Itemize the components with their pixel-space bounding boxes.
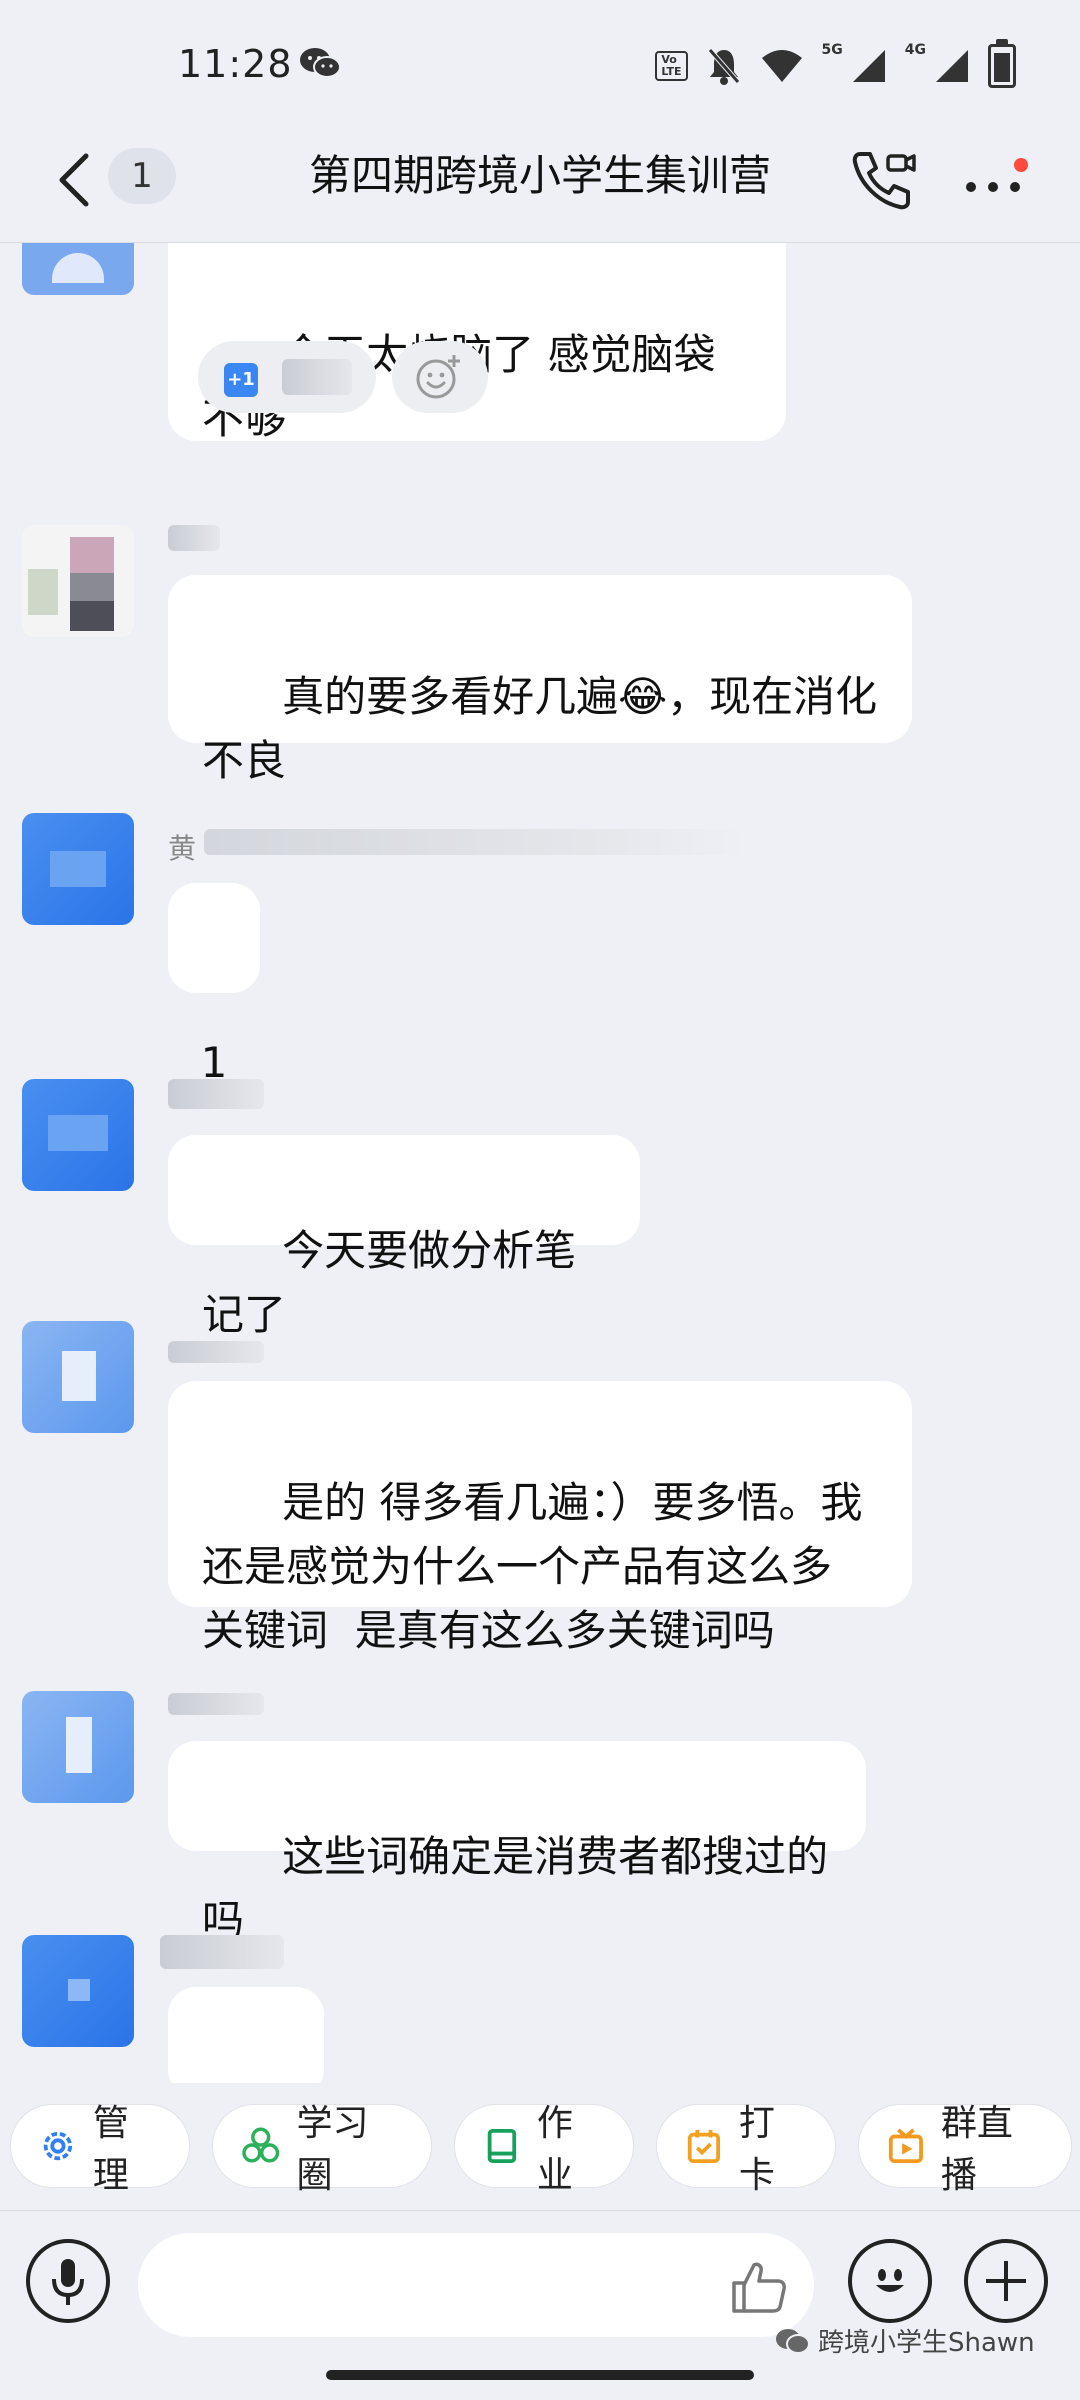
network-label-2: 4G (904, 42, 926, 58)
emoji-button[interactable] (848, 2239, 932, 2323)
avatar[interactable] (22, 1321, 134, 1433)
bell-mute-icon (707, 48, 740, 85)
notification-red-dot (1014, 158, 1028, 172)
more-dot-icon (966, 182, 976, 192)
message-list[interactable]: 今天太烧脑了 感觉脑袋不够 +1 真的要多看好几遍😂，现在消化 不良 黄 1 今… (0, 243, 1080, 2083)
signal-icon-2 (936, 50, 968, 82)
watermark: 跨境小学生Shawn (774, 2322, 1035, 2359)
add-reaction-button[interactable] (392, 341, 488, 413)
gear-icon (43, 2131, 73, 2161)
avatar[interactable] (22, 813, 134, 925)
message-text: 今天要做分析笔记了 (202, 1226, 577, 1339)
circles-icon (242, 2127, 280, 2163)
sender-name-blurred (204, 829, 748, 855)
volte-icon: Vo LTE (655, 51, 688, 81)
network-label-1: 5G (821, 42, 843, 58)
quick-action-label: 作业 (536, 2103, 573, 2196)
avatar[interactable] (22, 1691, 134, 1803)
message-bubble[interactable]: 是的 (168, 1987, 324, 2083)
avatar[interactable] (22, 525, 134, 637)
sender-name-blurred (168, 1079, 264, 1109)
wifi-icon (761, 50, 802, 82)
thumbs-up-icon[interactable] (728, 2257, 788, 2317)
message-bubble[interactable]: 1 (168, 883, 260, 1087)
sender-name: 黄 (168, 832, 197, 865)
quick-action-manage[interactable]: 管理 (10, 2103, 190, 2196)
chat-screen: 11:28 Vo LTE 5G 4G 1 第四期跨境小学生集训营 今天太烧脑了 … (0, 0, 1080, 2400)
reaction-chip[interactable]: +1 (198, 341, 376, 413)
message-bubble[interactable]: 今天要做分析笔记了 (168, 1135, 640, 1339)
quick-action-label: 群直播 (940, 2103, 1013, 2196)
more-attachments-button[interactable] (964, 2239, 1048, 2323)
quick-action-label: 管理 (92, 2103, 129, 2196)
sender-name-blurred (168, 1693, 264, 1715)
more-dot-icon (988, 182, 998, 192)
voice-input-button[interactable] (26, 2239, 110, 2323)
phone-video-call-icon[interactable] (846, 144, 918, 216)
quick-action-homework[interactable]: 作业 (454, 2103, 634, 2196)
notebook-icon (487, 2128, 517, 2164)
more-dot-icon (1010, 182, 1020, 192)
status-icons: Vo LTE 5G 4G (655, 39, 1016, 90)
chat-header: 1 第四期跨境小学生集训营 (0, 120, 1080, 243)
reaction-users-blurred (282, 359, 352, 395)
calendar-check-icon (687, 2129, 721, 2164)
microphone-icon (52, 2259, 84, 2305)
plus-one-icon: +1 (224, 363, 258, 397)
avatar[interactable] (22, 243, 134, 295)
message-bubble[interactable]: 这些词确定是消费者都搜过的吗 (168, 1741, 866, 1945)
quick-actions-bar: 管理 学习圈 作业 打卡 群直播 (0, 2086, 1080, 2202)
wechat-logo-icon (776, 2328, 810, 2354)
watermark-text: 跨境小学生Shawn (818, 2328, 1035, 2358)
message-text: 真的要多看好几遍😂，现在消化 不良 (202, 672, 878, 785)
status-bar: 11:28 Vo LTE 5G 4G (0, 0, 1080, 130)
message-text: 是的 得多看几遍：）要多悟。我 还是感觉为什么一个产品有这么多 关键词 是真有这… (202, 1478, 863, 1655)
avatar[interactable] (22, 1935, 134, 2047)
quick-action-label: 学习圈 (296, 2103, 369, 2196)
message-text-input[interactable] (138, 2233, 814, 2337)
sender-name-blurred (168, 525, 220, 551)
smiley-icon (876, 2269, 904, 2292)
quick-action-checkin[interactable]: 打卡 (656, 2103, 836, 2196)
home-indicator[interactable] (326, 2370, 754, 2380)
status-time: 11:28 (178, 42, 293, 86)
signal-icon (852, 50, 885, 82)
sender-name-blurred (168, 1341, 264, 1363)
quick-action-label: 打卡 (738, 2103, 775, 2196)
add-emoji-icon (416, 355, 460, 399)
wechat-notification-icon (300, 48, 341, 78)
message-text: 这些词确定是消费者都搜过的吗 (202, 1832, 829, 1945)
live-tv-icon (888, 2128, 923, 2164)
unread-count-badge[interactable]: 1 (108, 148, 176, 204)
avatar[interactable] (22, 1079, 134, 1191)
back-arrow-icon[interactable] (48, 148, 108, 212)
quick-action-study-circle[interactable]: 学习圈 (212, 2103, 432, 2196)
quick-action-group-live[interactable]: 群直播 (858, 2103, 1072, 2196)
more-options-button[interactable] (960, 148, 1040, 212)
battery-icon (988, 39, 1016, 88)
message-bubble[interactable]: 是的 得多看几遍：）要多悟。我 还是感觉为什么一个产品有这么多 关键词 是真有这… (168, 1381, 912, 1655)
message-bubble[interactable]: 真的要多看好几遍😂，现在消化 不良 (168, 575, 912, 785)
sender-name-blurred (160, 1935, 284, 1969)
page-title: 第四期跨境小学生集训营 (308, 151, 771, 200)
